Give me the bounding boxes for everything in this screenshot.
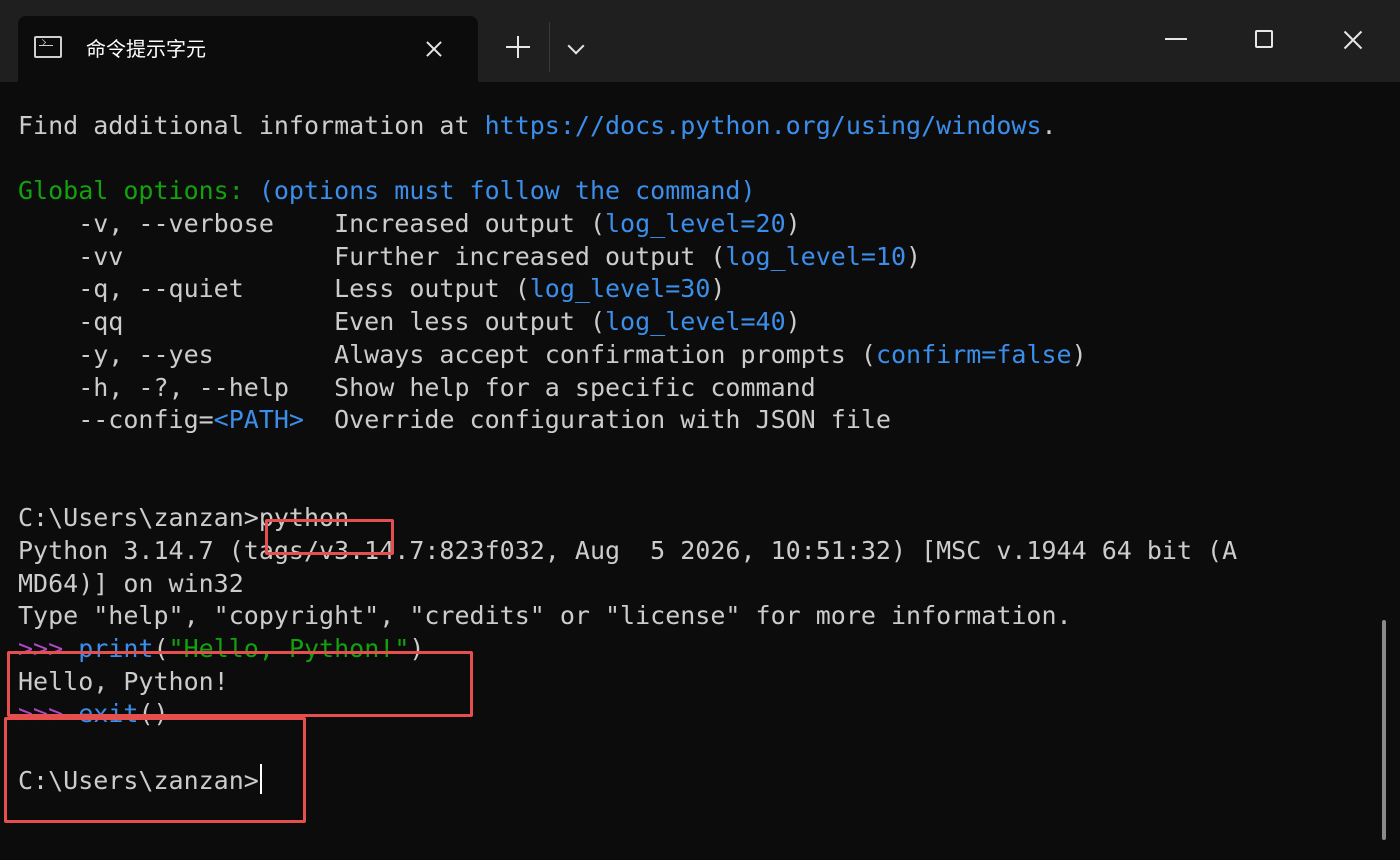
terminal-text-segment: ) <box>906 241 922 271</box>
terminal-text-segment: -vv Further increased output ( <box>18 241 726 271</box>
terminal-text-segment: Python 3.14.7 (tags/v3.14.7:823f032, Aug… <box>18 535 1238 565</box>
terminal-text-segment: log_level=10 <box>725 241 907 271</box>
tab-separator <box>549 22 550 72</box>
terminal-text-segment: ) <box>710 274 726 304</box>
highlight-box-python-command <box>265 519 394 555</box>
terminal-text-segment: ) <box>785 209 801 239</box>
terminal-line: Python 3.14.7 (tags/v3.14.7:823f032, Aug… <box>18 535 1358 568</box>
minimize-button[interactable] <box>1131 0 1219 80</box>
terminal-text-segment: -qq Even less output ( <box>18 307 605 337</box>
terminal-text-segment: -y, --yes Always accept confirmation pro… <box>18 339 876 369</box>
terminal-text-segment: Find additional information at <box>18 111 485 140</box>
terminal-line: C:\Users\zanzan>python <box>18 502 1358 535</box>
terminal-text-segment: confirm=false <box>875 339 1072 369</box>
close-window-button[interactable] <box>1310 0 1398 80</box>
terminal-text-segment: https://docs.python.org/using/windows <box>484 111 1042 140</box>
terminal-text-segment: log_level=40 <box>605 307 786 337</box>
terminal-line: -y, --yes Always accept confirmation pro… <box>18 339 1358 372</box>
highlight-box-print-output <box>7 651 473 717</box>
terminal-text-segment: Global options: <box>18 176 259 206</box>
tab-command-prompt[interactable]: 命令提示字元 <box>18 16 478 82</box>
terminal-line: -h, -?, --help Show help for a specific … <box>18 372 1358 405</box>
terminal-text-segment: Override configuration with JSON file <box>303 405 891 435</box>
terminal-text-segment: <PATH> <box>213 405 304 435</box>
terminal-text-segment: ) <box>785 307 801 337</box>
terminal-text-segment: log_level=30 <box>529 274 711 304</box>
maximize-button[interactable] <box>1220 0 1308 80</box>
terminal-text-segment: -h, -?, --help Show help for a specific … <box>18 372 816 402</box>
vertical-scrollbar[interactable] <box>1382 620 1386 840</box>
terminal-text-segment: (options must follow the command) <box>258 176 756 206</box>
terminal-text-segment: -v, --verbose Increased output ( <box>18 209 605 239</box>
new-tab-plus-icon[interactable] <box>500 30 536 66</box>
cmd-icon <box>34 36 62 58</box>
terminal-text-segment: MD64)] on win32 <box>18 568 244 598</box>
terminal-line: -vv Further increased output (log_level=… <box>18 241 1358 274</box>
terminal-line: Type "help", "copyright", "credits" or "… <box>18 600 1358 633</box>
tab-close-icon[interactable] <box>418 33 450 65</box>
terminal-text-segment: . <box>1041 111 1057 140</box>
tab-title: 命令提示字元 <box>86 37 206 61</box>
terminal-line: Global options: (options must follow the… <box>18 175 1358 208</box>
terminal-line: -qq Even less output (log_level=40) <box>18 306 1358 339</box>
terminal-line: --config=<PATH> Override configuration w… <box>18 404 1358 437</box>
terminal-line: -q, --quiet Less output (log_level=30) <box>18 273 1358 306</box>
terminal-text-segment: -q, --quiet Less output ( <box>18 274 530 304</box>
terminal-text-segment: --config= <box>18 405 214 435</box>
title-bar: 命令提示字元 <box>0 0 1400 82</box>
terminal-window: 命令提示字元 Find additional information at ht… <box>0 0 1400 860</box>
terminal-line: -v, --verbose Increased output (log_leve… <box>18 208 1358 241</box>
terminal-text-segment: log_level=20 <box>605 209 786 239</box>
terminal-line: MD64)] on win32 <box>18 568 1358 601</box>
terminal-text-segment: Type "help", "copyright", "credits" or "… <box>18 601 1072 631</box>
chevron-down-icon[interactable] <box>558 30 594 66</box>
highlight-box-exit-prompt <box>4 717 306 823</box>
terminal-text-segment: ) <box>1071 339 1087 369</box>
terminal-line: Find additional information at https://d… <box>18 110 1358 143</box>
